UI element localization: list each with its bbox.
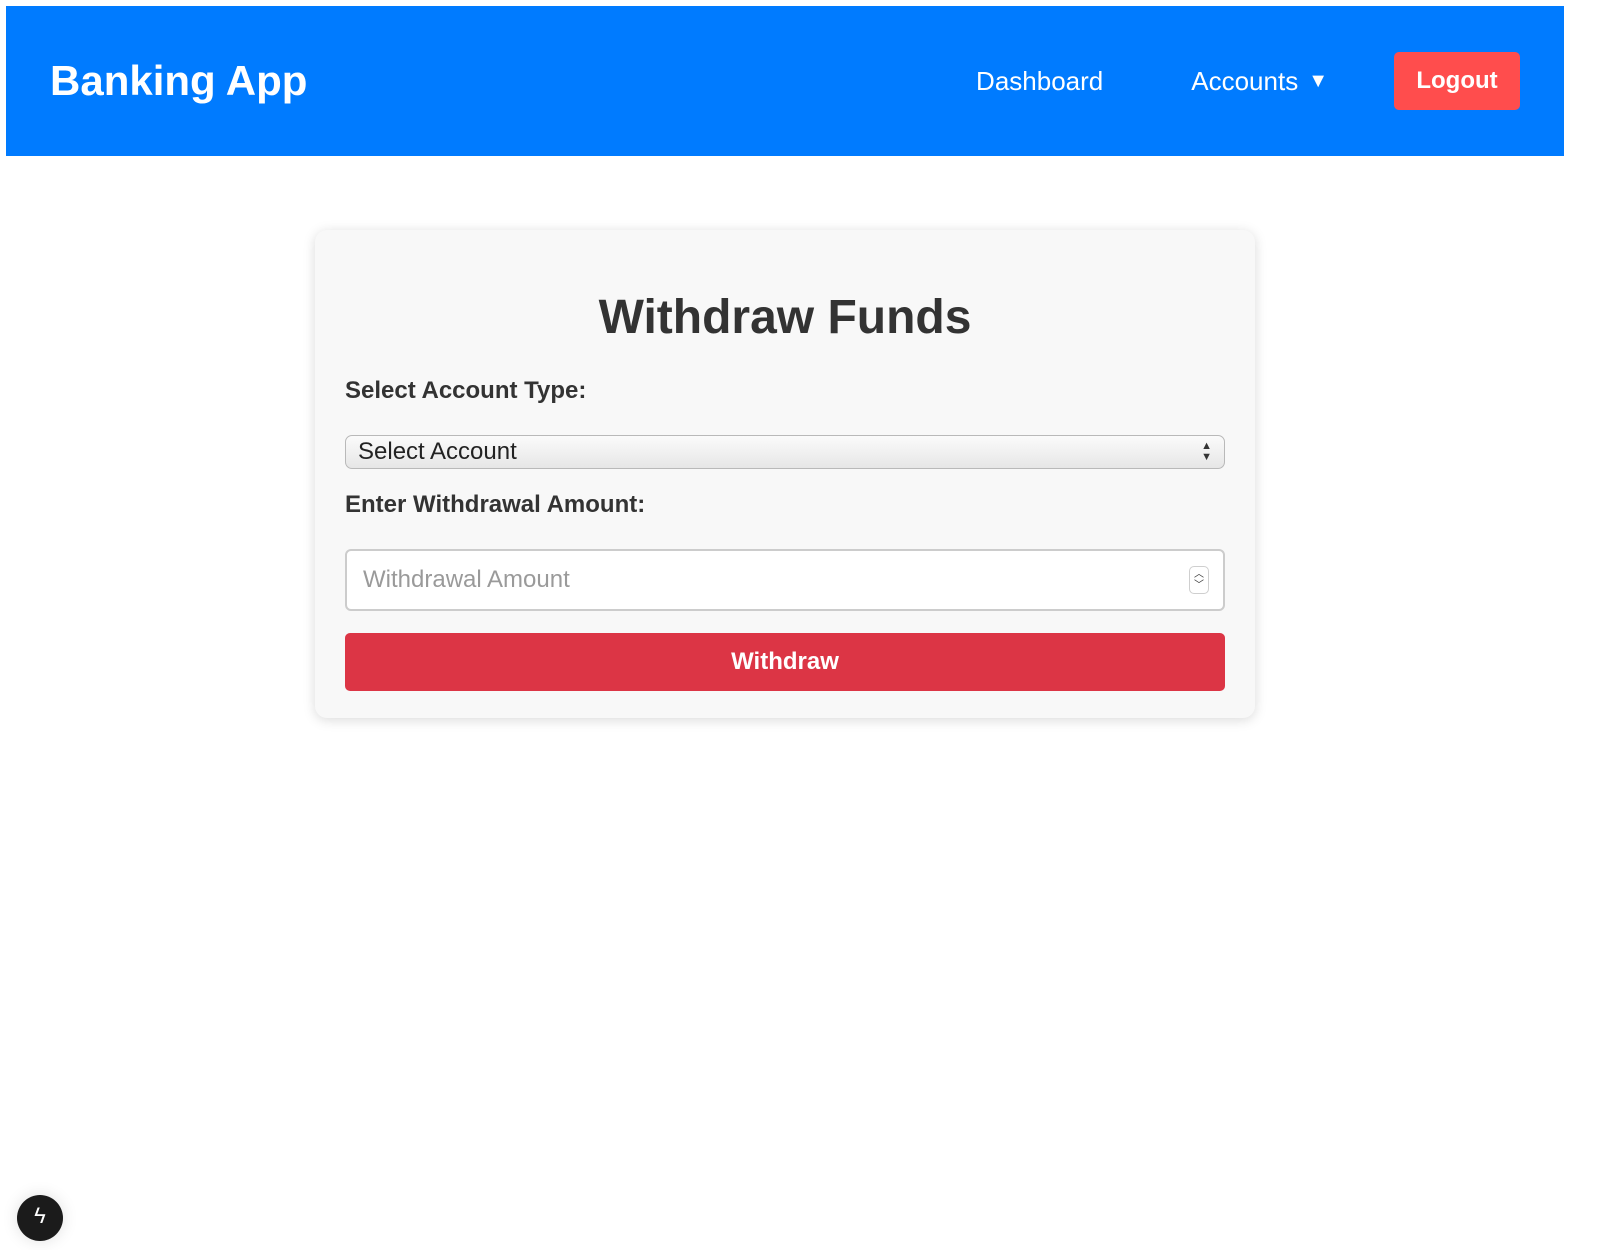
nav-link-dashboard[interactable]: Dashboard (976, 66, 1103, 97)
lightning-icon[interactable]: ϟ (17, 1195, 63, 1241)
withdraw-card: Withdraw Funds Select Account Type: Sele… (315, 230, 1255, 718)
chevron-down-icon: ▼ (1308, 69, 1328, 92)
select-arrows-icon: ▲ ▼ (1201, 440, 1212, 463)
nav-links: Dashboard Accounts ▼ Logout (976, 52, 1520, 110)
withdrawal-amount-wrapper: ︿ ﹀ (345, 549, 1225, 611)
spinner-down-icon[interactable]: ﹀ (1194, 580, 1204, 591)
account-type-label: Select Account Type: (345, 377, 587, 404)
account-type-selected: Select Account (358, 438, 517, 465)
page-title: Withdraw Funds (598, 291, 972, 344)
withdrawal-amount-input[interactable] (363, 566, 1189, 594)
lightning-glyph: ϟ (34, 1203, 46, 1228)
account-type-select[interactable]: Select Account ▲ ▼ (345, 435, 1225, 469)
nav-link-accounts-label: Accounts (1191, 65, 1299, 96)
top-navbar: Banking App Dashboard Accounts ▼ Logout (6, 6, 1564, 156)
spinner-up-icon[interactable]: ︿ (1194, 569, 1204, 580)
nav-link-accounts[interactable]: Accounts ▼ (1191, 66, 1328, 97)
withdraw-button[interactable]: Withdraw (345, 633, 1225, 691)
app-brand: Banking App (50, 57, 308, 104)
number-spinner[interactable]: ︿ ﹀ (1189, 566, 1209, 594)
logout-button[interactable]: Logout (1394, 52, 1520, 110)
withdrawal-amount-label: Enter Withdrawal Amount: (345, 491, 646, 518)
